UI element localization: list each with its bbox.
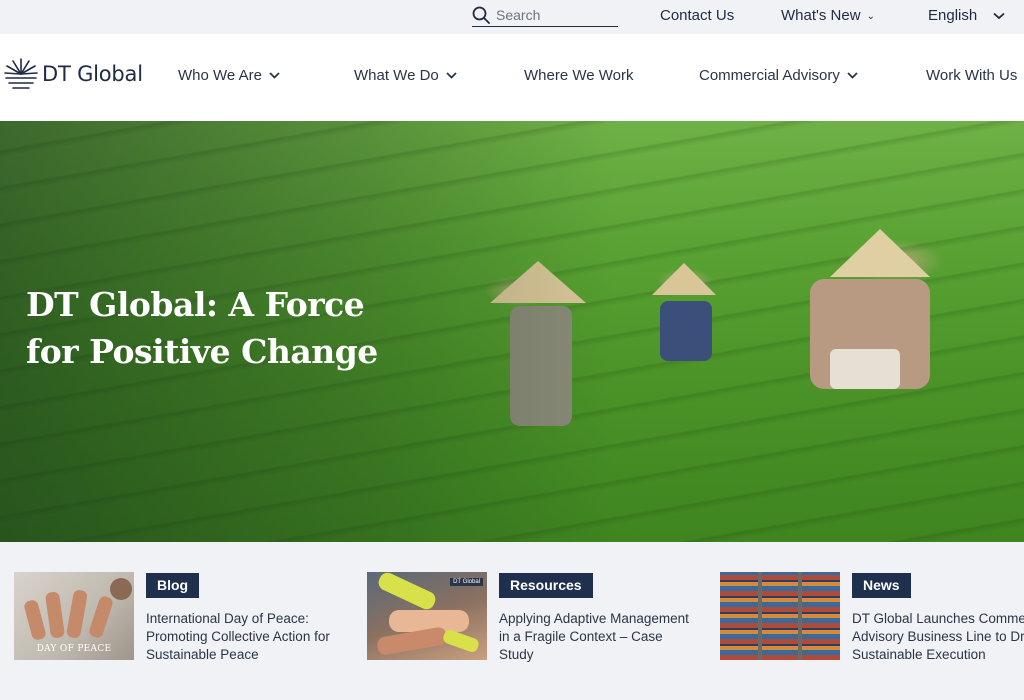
whats-new-menu[interactable]: What's New ⌄ — [781, 7, 875, 24]
nav-label: What We Do — [354, 67, 439, 84]
card-title-link[interactable]: International Day of Peace: Promoting Co… — [146, 610, 346, 664]
logo[interactable]: DT Global — [4, 54, 143, 94]
hero-banner: DT Global: A Force for Positive Change — [0, 121, 1024, 542]
nav-where-we-work[interactable]: Where We Work — [524, 67, 633, 84]
nav-label: Work With Us — [926, 67, 1018, 84]
featured-content-row: DAY OF PEACE Blog International Day of P… — [0, 542, 1024, 700]
hero-title: DT Global: A Force for Positive Change — [26, 285, 378, 371]
main-navigation: DT Global Who We Are What We Do Where We… — [0, 34, 1024, 121]
nav-what-we-do[interactable]: What We Do — [354, 67, 457, 84]
category-badge[interactable]: Resources — [499, 573, 593, 598]
contact-us-link[interactable]: Contact Us — [660, 7, 734, 24]
whats-new-label: What's New — [781, 7, 861, 24]
thumbnail-caption: DAY OF PEACE — [36, 644, 112, 654]
chevron-down-icon — [269, 72, 280, 79]
card-news[interactable]: News DT Global Launches Commercial Advis… — [720, 572, 1024, 692]
nav-label: Who We Are — [178, 67, 262, 84]
nav-label: Where We Work — [524, 67, 634, 84]
category-badge[interactable]: Blog — [146, 573, 200, 598]
chevron-down-icon — [446, 72, 457, 79]
chevron-down-icon: ⌄ — [866, 11, 875, 22]
search-input[interactable] — [496, 7, 614, 23]
chevron-down-icon — [993, 12, 1005, 20]
thumbnail-tag: DT Global — [450, 578, 483, 586]
card-blog[interactable]: DAY OF PEACE Blog International Day of P… — [14, 572, 344, 692]
brand-name: DT Global — [42, 62, 143, 86]
search-box[interactable] — [472, 5, 618, 27]
category-badge[interactable]: News — [852, 573, 911, 598]
card-thumbnail[interactable] — [720, 572, 840, 660]
sunburst-logo-icon — [4, 58, 38, 89]
card-thumbnail[interactable]: DAY OF PEACE — [14, 572, 134, 660]
card-title-link[interactable]: DT Global Launches Commercial Advisory B… — [852, 610, 1024, 664]
nav-who-we-are[interactable]: Who We Are — [178, 67, 280, 84]
nav-label: Commercial Advisory — [699, 67, 840, 84]
language-label: English — [928, 7, 978, 24]
card-title-link[interactable]: Applying Adaptive Management in a Fragil… — [499, 610, 699, 664]
chevron-down-icon — [847, 72, 858, 79]
search-icon[interactable] — [472, 6, 490, 24]
card-resources[interactable]: DT Global Resources Applying Adaptive Ma… — [367, 572, 697, 692]
language-selector[interactable]: English — [928, 7, 1005, 24]
nav-commercial-advisory[interactable]: Commercial Advisory — [699, 67, 858, 84]
nav-work-with-us[interactable]: Work With Us — [926, 67, 1017, 84]
utility-bar: Contact Us What's New ⌄ English — [0, 0, 1024, 34]
card-thumbnail[interactable]: DT Global — [367, 572, 487, 660]
